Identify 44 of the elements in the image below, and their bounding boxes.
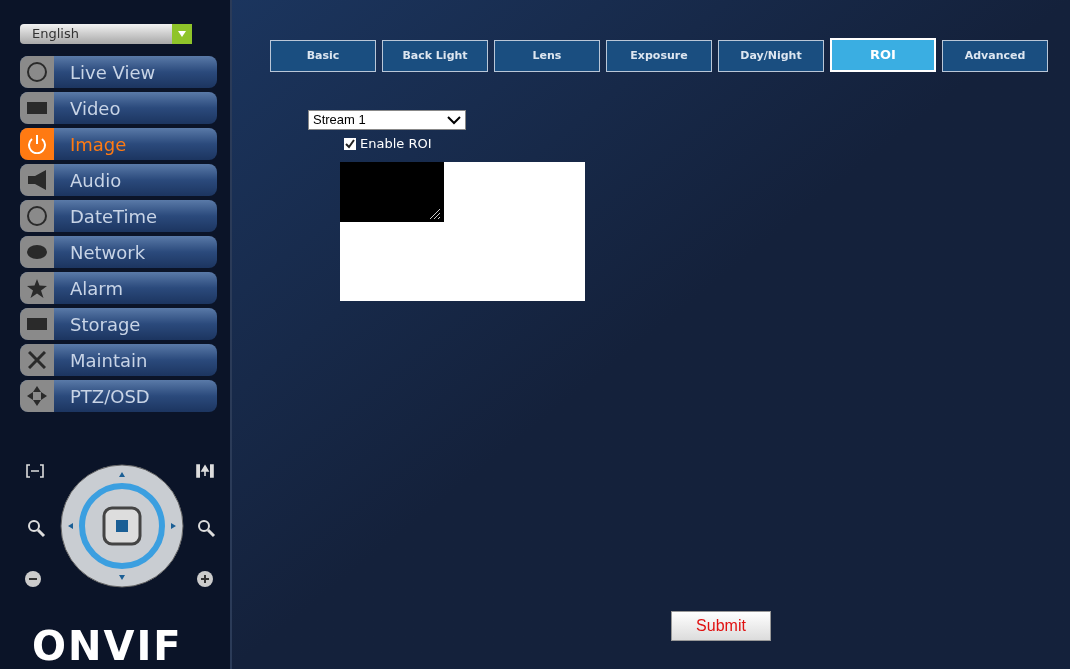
menu-icon	[27, 102, 47, 114]
checkbox[interactable]	[344, 137, 356, 150]
menu-item[interactable]: Image	[20, 128, 217, 160]
fit-icon[interactable]	[26, 464, 44, 478]
menu-item[interactable]: Maintain	[20, 344, 217, 376]
fullscreen-icon[interactable]	[196, 464, 214, 478]
language-select[interactable]: English	[20, 24, 192, 44]
menu-icon	[27, 245, 47, 259]
tab[interactable]: Advanced	[942, 40, 1048, 72]
menu-icon	[27, 278, 47, 298]
checkmark-icon	[345, 138, 355, 149]
chevron-down-icon	[447, 115, 461, 125]
tab[interactable]: Lens	[494, 40, 600, 72]
menu-item[interactable]: Audio	[20, 164, 217, 196]
stream-select[interactable]: Stream 1	[308, 110, 466, 130]
menu-icon	[27, 386, 47, 406]
menu-item[interactable]: Alarm	[20, 272, 217, 304]
menu-icon	[27, 134, 47, 154]
menu-icon	[27, 206, 47, 226]
menu-item[interactable]: Video	[20, 92, 217, 124]
menu-item[interactable]: PTZ/OSD	[20, 380, 217, 412]
menu-icon	[28, 351, 46, 369]
menu-icon	[27, 318, 47, 330]
tab[interactable]: Day/Night	[718, 40, 824, 72]
menu-icon	[27, 62, 47, 82]
menu-item[interactable]: Live View	[20, 56, 217, 88]
dropdown-icon	[178, 31, 186, 37]
menu-item[interactable]: Network	[20, 236, 217, 268]
tab[interactable]: Exposure	[606, 40, 712, 72]
roi-canvas[interactable]	[340, 161, 585, 301]
zoom-in-icon[interactable]	[196, 518, 216, 538]
menu-item[interactable]: DateTime	[20, 200, 217, 232]
logo: ONVIF	[32, 626, 183, 666]
plus-icon[interactable]	[196, 570, 214, 588]
menu-icon	[28, 170, 46, 190]
checkbox-label: Enable ROI	[360, 135, 432, 153]
zoom-out-icon[interactable]	[26, 518, 46, 538]
ptz-joystick-drawing[interactable]	[60, 464, 184, 588]
tab[interactable]: Back Light	[382, 40, 488, 72]
tab[interactable]: Basic	[270, 40, 376, 72]
minus-icon[interactable]	[24, 570, 42, 588]
menu-item[interactable]: Storage	[20, 308, 217, 340]
resize-grip-icon[interactable]	[428, 206, 440, 219]
submit-button[interactable]: Submit	[671, 611, 771, 641]
